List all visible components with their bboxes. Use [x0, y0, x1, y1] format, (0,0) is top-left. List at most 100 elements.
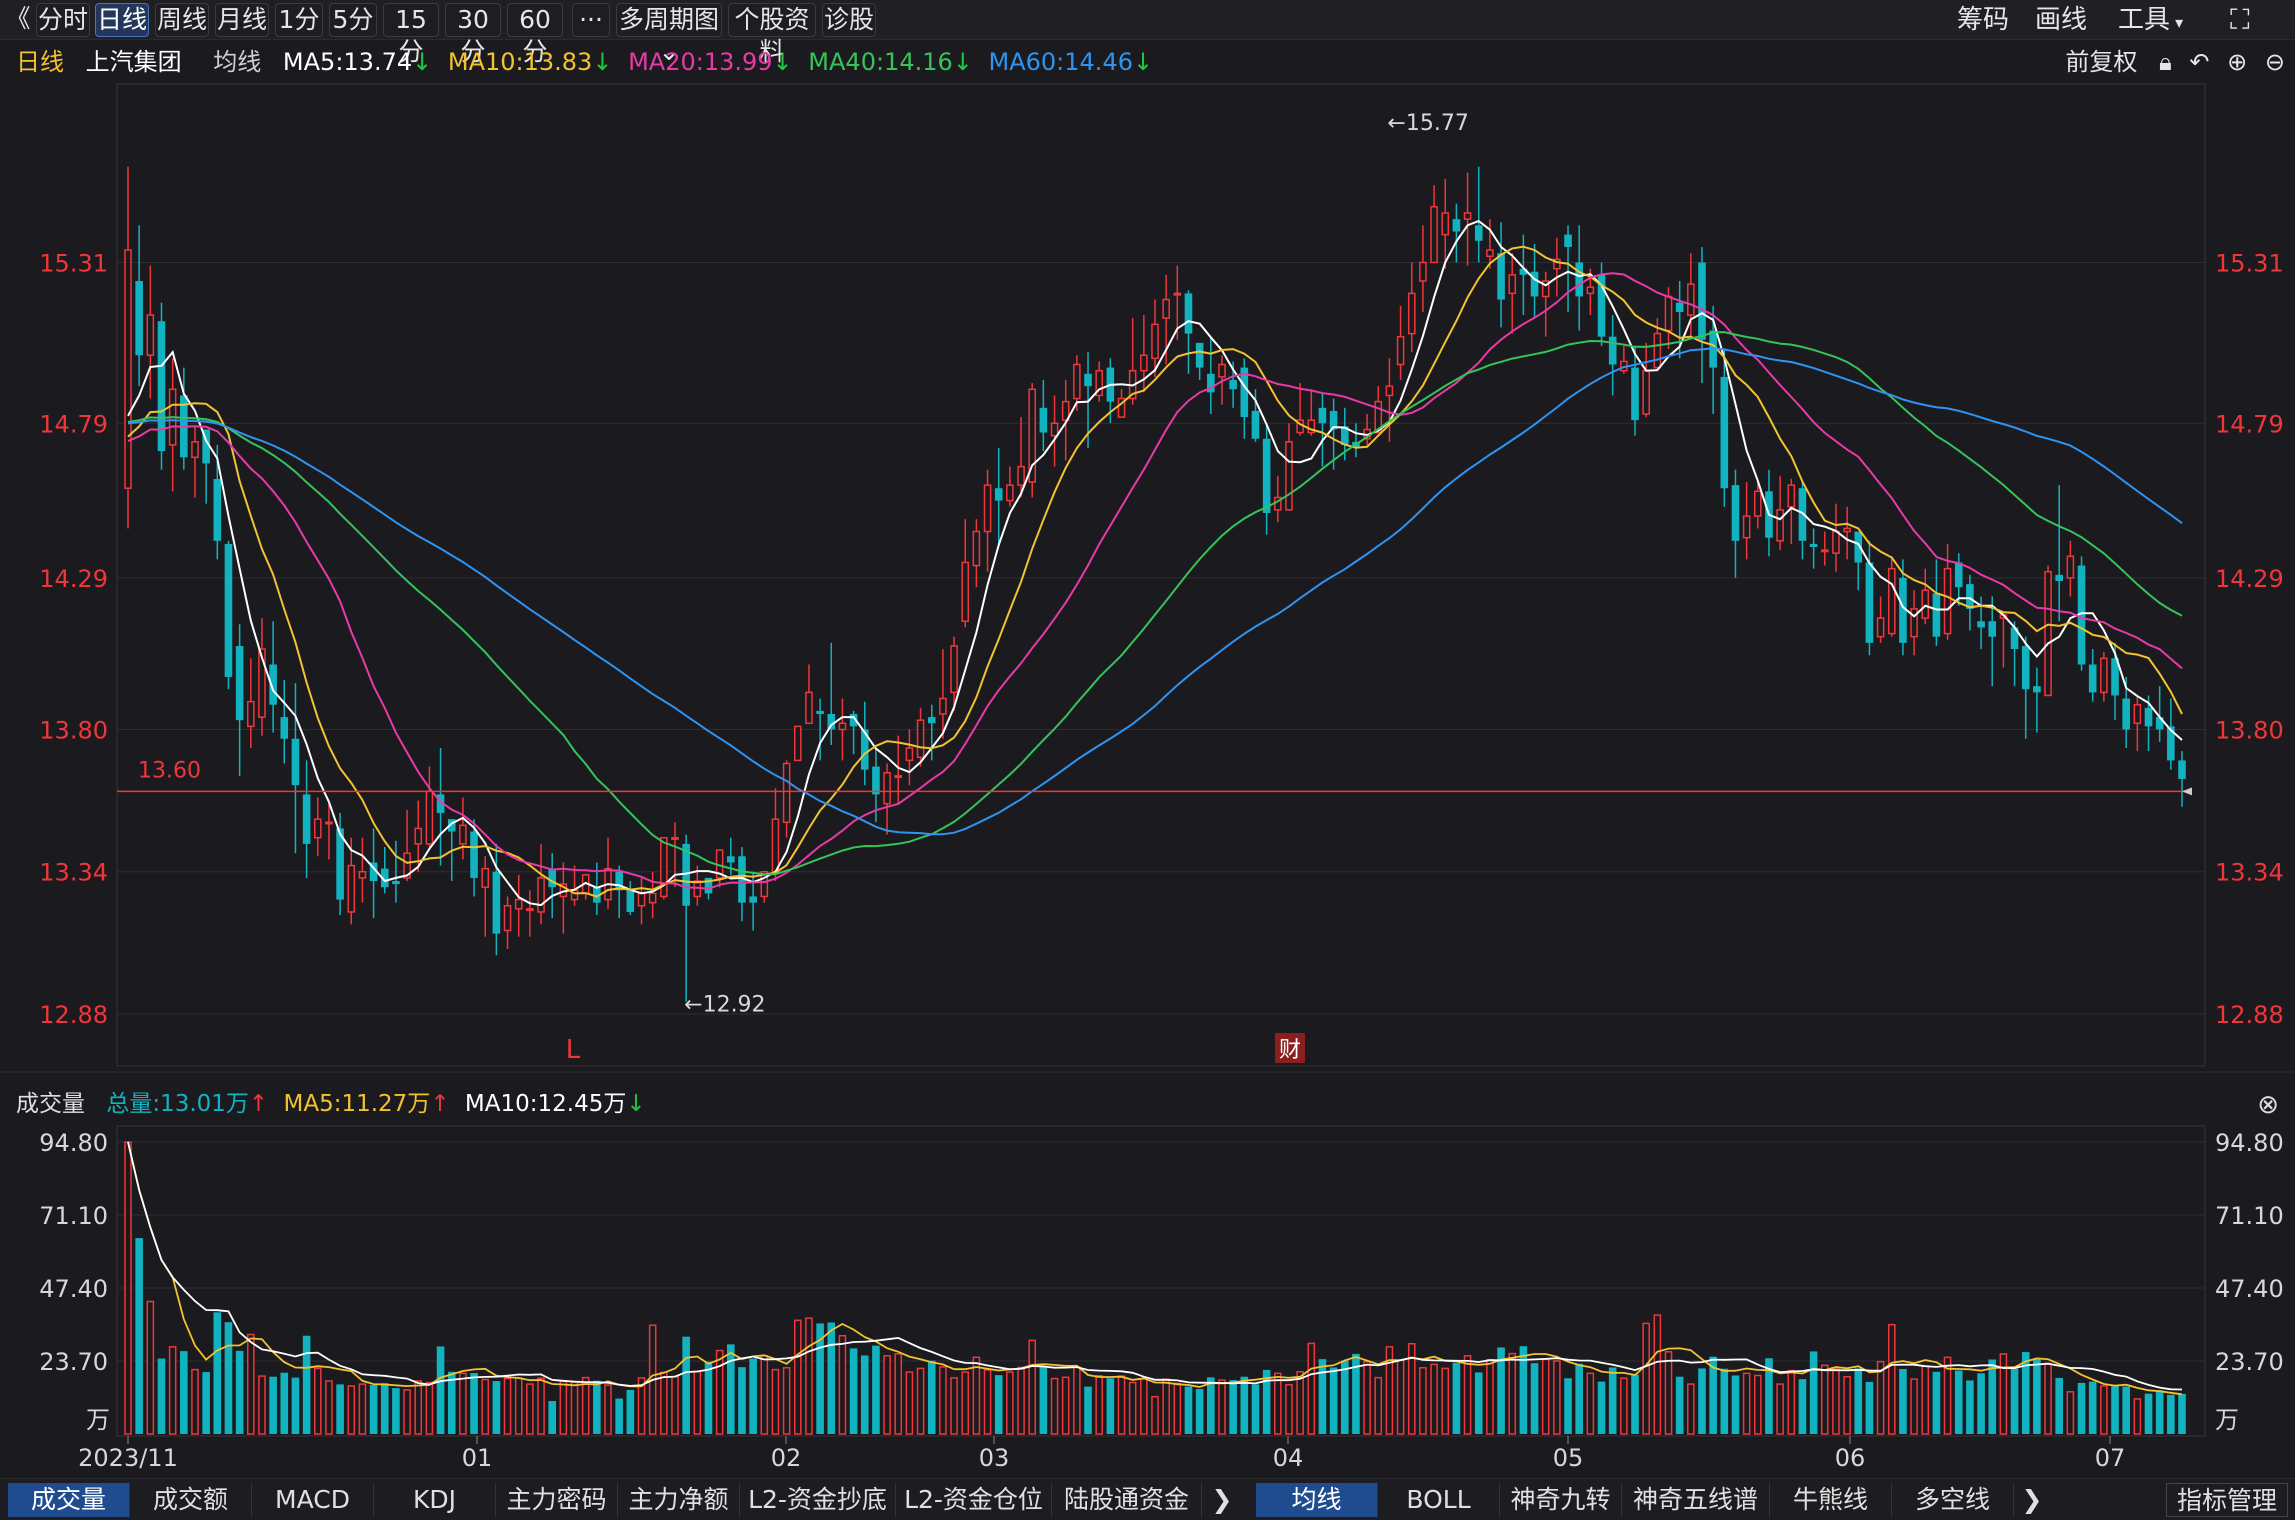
candle-body	[939, 697, 947, 715]
volume-bar	[313, 1367, 322, 1435]
tab-magic-five[interactable]: 神奇五线谱	[1622, 1483, 1770, 1517]
candle-body	[1954, 562, 1963, 588]
volume-bar	[1296, 1371, 1304, 1435]
tab-l2-bottom[interactable]: L2-资金抄底	[740, 1483, 896, 1517]
volume-bar	[1631, 1374, 1639, 1434]
volume-bar	[1006, 1371, 1014, 1435]
volume-bar	[1954, 1370, 1963, 1434]
tab-kdj[interactable]: KDJ	[374, 1483, 496, 1517]
volume-bar	[1564, 1378, 1572, 1434]
candle-body	[1586, 286, 1595, 295]
candle-body	[526, 908, 534, 912]
volume-bar	[1999, 1353, 2008, 1435]
chevron-right-icon[interactable]: ❯	[1204, 1483, 1240, 1517]
candle-body	[2100, 657, 2108, 694]
volume-bar	[1865, 1381, 1874, 1434]
volume-bar	[1608, 1367, 1617, 1434]
tab-main-force-net[interactable]: 主力净额	[618, 1483, 740, 1517]
candle-body	[771, 818, 780, 873]
candle-body	[883, 772, 891, 805]
volume-bar	[1966, 1380, 1974, 1434]
candle-body	[1988, 621, 1997, 637]
volume-bar	[157, 1358, 166, 1434]
volume-bar	[2167, 1394, 2175, 1434]
candle-body	[1285, 441, 1293, 511]
volume-bar	[325, 1380, 333, 1435]
tab-northbound[interactable]: 陆股通资金	[1052, 1483, 1202, 1517]
candle-body	[660, 836, 668, 898]
candle-body	[414, 827, 423, 845]
volume-bar	[939, 1366, 947, 1435]
tab-l2-position[interactable]: L2-资金仓位	[896, 1483, 1052, 1517]
volume-bar	[983, 1369, 992, 1435]
candle-body	[2088, 664, 2097, 693]
volume-bar	[191, 1368, 199, 1435]
price-tick-right: 15.31	[2215, 249, 2284, 277]
volume-bar	[749, 1358, 757, 1434]
volume-title: 成交量	[16, 1091, 85, 1117]
volume-bar	[693, 1370, 702, 1435]
volume-bar	[514, 1377, 523, 1435]
candle-body	[191, 441, 199, 459]
volume-bar	[280, 1372, 289, 1434]
volume-bar	[827, 1322, 836, 1434]
tab-volume[interactable]: 成交量	[8, 1483, 130, 1517]
arrow-up-icon: ↑	[248, 1091, 269, 1117]
candle-body	[1876, 617, 1885, 638]
tab-ma[interactable]: 均线	[1256, 1483, 1378, 1517]
volume-bar	[1486, 1359, 1494, 1435]
volume-bar	[682, 1336, 690, 1434]
volume-bar	[1441, 1367, 1450, 1435]
volume-bar	[805, 1317, 813, 1435]
volume-bar	[202, 1372, 210, 1434]
tab-turnover[interactable]: 成交额	[130, 1483, 252, 1517]
volume-bar	[559, 1380, 568, 1435]
volume-bar	[1597, 1381, 1606, 1434]
tab-bull-bear[interactable]: 牛熊线	[1770, 1483, 1892, 1517]
candle-body	[492, 871, 501, 934]
candle-body	[1162, 298, 1170, 319]
volume-bar	[1664, 1351, 1673, 1435]
volume-bar	[235, 1350, 244, 1434]
kline-chart[interactable]: 15.31 15.31 14.79 14.79 14.29 14.29 13.80 13.80…	[0, 0, 2295, 1478]
candle-body	[124, 249, 132, 489]
reference-line-label: 13.60	[138, 758, 201, 783]
candle-body	[1452, 219, 1461, 232]
volume-bar	[369, 1385, 378, 1434]
volume-tick-right: 71.10	[2215, 1202, 2284, 1230]
volume-bar	[1151, 1395, 1159, 1435]
volume-bar	[2155, 1390, 2164, 1434]
candle-body	[246, 700, 255, 728]
volume-bar	[2077, 1382, 2086, 1434]
volume-total: 总量:13.01万↑	[106, 1091, 268, 1117]
volume-bar	[1218, 1379, 1226, 1435]
volume-bar	[403, 1389, 411, 1435]
volume-bar	[1095, 1375, 1103, 1435]
candle-body	[2066, 555, 2075, 579]
volume-bar	[1340, 1360, 1349, 1434]
tab-long-short[interactable]: 多空线	[1892, 1483, 2014, 1517]
volume-bar	[1374, 1376, 1383, 1435]
volume-tick-right: 23.70	[2215, 1348, 2284, 1376]
volume-bar	[269, 1376, 277, 1434]
volume-bar	[1932, 1371, 1941, 1434]
tab-macd[interactable]: MACD	[252, 1483, 374, 1517]
volume-bar	[2055, 1377, 2064, 1434]
indicator-manage-button[interactable]: 指标管理	[2166, 1483, 2288, 1517]
volume-ma5: MA5:11.27万↑	[284, 1091, 450, 1117]
tab-magic-nine[interactable]: 神奇九转	[1500, 1483, 1622, 1517]
candle-body	[1218, 363, 1226, 378]
volume-bar	[1363, 1360, 1371, 1435]
volume-ma5-label: MA5:11.27万	[283, 1091, 431, 1117]
volume-bar	[1229, 1380, 1237, 1434]
tab-main-force-code[interactable]: 主力密码	[496, 1483, 618, 1517]
candle-body	[1698, 262, 1706, 340]
close-volume-icon[interactable]: ⊗	[2257, 1090, 2279, 1120]
tab-boll[interactable]: BOLL	[1378, 1483, 1500, 1517]
volume-bar	[849, 1348, 858, 1434]
volume-bar	[1396, 1359, 1405, 1435]
candle-body	[2044, 570, 2052, 697]
chevron-right-icon[interactable]: ❯	[2014, 1483, 2050, 1517]
volume-bar	[459, 1372, 467, 1435]
volume-tick-left: 23.70	[39, 1348, 108, 1376]
